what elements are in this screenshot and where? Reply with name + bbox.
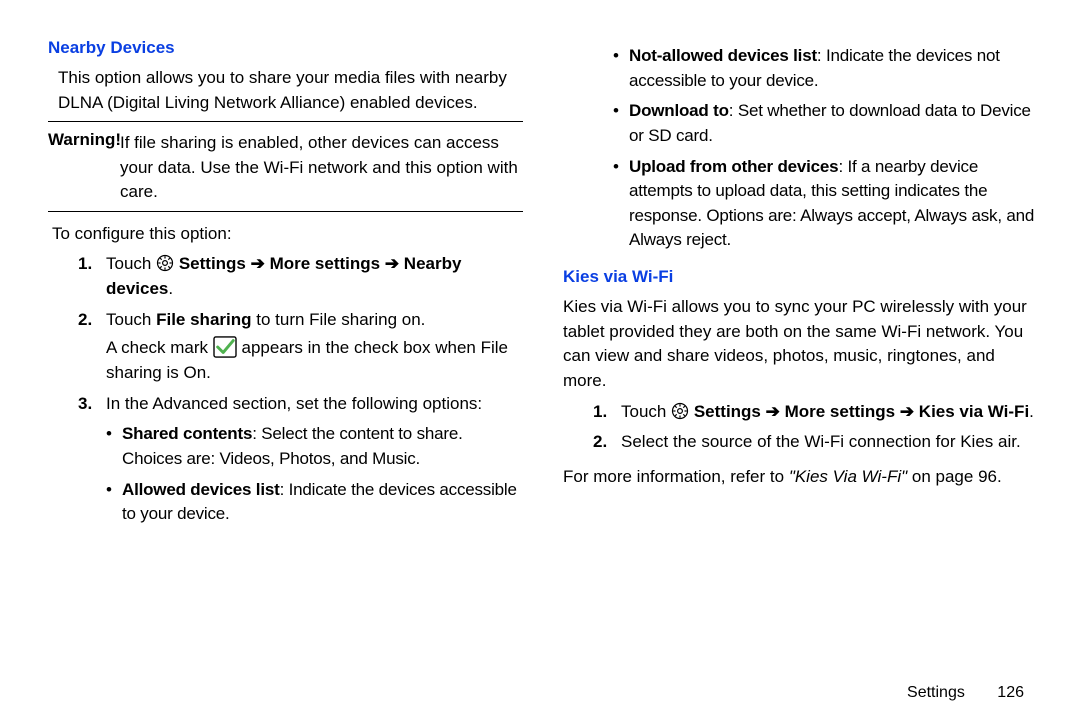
bullet-label: Shared contents bbox=[122, 424, 252, 443]
bullet-label: Allowed devices list bbox=[122, 480, 280, 499]
footer-section: Settings bbox=[907, 684, 965, 701]
text: Touch bbox=[106, 254, 156, 273]
bullet-icon: • bbox=[106, 422, 122, 471]
text: to turn File sharing on. bbox=[252, 310, 426, 329]
step-body: Touch File sharing to turn File sharing … bbox=[106, 308, 523, 386]
kies-intro: Kies via Wi-Fi allows you to sync your P… bbox=[563, 295, 1038, 394]
step-number: 3. bbox=[78, 392, 106, 417]
bullet-body: Shared contents: Select the content to s… bbox=[122, 422, 523, 471]
bullet-label: Upload from other devices bbox=[629, 157, 838, 176]
step-2-line2: A check mark appears in the check box wh… bbox=[106, 336, 523, 385]
warning-body: If file sharing is enabled, other device… bbox=[120, 131, 523, 205]
bullet-icon: • bbox=[613, 44, 629, 93]
text: For more information, refer to bbox=[563, 467, 789, 486]
bullet-icon: • bbox=[613, 99, 629, 148]
step-number: 2. bbox=[78, 308, 106, 386]
warning-block: Warning! If file sharing is enabled, oth… bbox=[48, 128, 523, 205]
configure-lead: To configure this option: bbox=[52, 222, 523, 247]
step-number: 2. bbox=[593, 430, 621, 455]
bullet-icon: • bbox=[106, 478, 122, 527]
footer-page-number: 126 bbox=[997, 684, 1024, 701]
warning-label: Warning! bbox=[48, 130, 121, 149]
step-number: 1. bbox=[593, 400, 621, 425]
bullet-download-to: • Download to: Set whether to download d… bbox=[613, 99, 1038, 148]
right-column: • Not-allowed devices list: Indicate the… bbox=[563, 38, 1038, 527]
bullet-body: Not-allowed devices list: Indicate the d… bbox=[629, 44, 1038, 93]
text: Touch bbox=[621, 402, 671, 421]
bullet-label: Download to bbox=[629, 101, 729, 120]
heading-nearby-devices: Nearby Devices bbox=[48, 38, 523, 58]
bullet-label: Not-allowed devices list bbox=[629, 46, 817, 65]
bullet-upload-from: • Upload from other devices: If a nearby… bbox=[613, 155, 1038, 254]
bullet-body: Download to: Set whether to download dat… bbox=[629, 99, 1038, 148]
settings-path: Settings ➔ More settings ➔ Kies via Wi-F… bbox=[694, 402, 1029, 421]
bullet-body: Upload from other devices: If a nearby d… bbox=[629, 155, 1038, 254]
text: on page 96. bbox=[907, 467, 1002, 486]
kies-step-1: 1. Touch Settings ➔ More settings ➔ Kies… bbox=[593, 400, 1038, 425]
bullet-shared-contents: • Shared contents: Select the content to… bbox=[106, 422, 523, 471]
text: A check mark bbox=[106, 338, 213, 357]
step-body: Touch Settings ➔ More settings ➔ Kies vi… bbox=[621, 400, 1038, 425]
bullet-allowed-devices: • Allowed devices list: Indicate the dev… bbox=[106, 478, 523, 527]
bullet-body: Allowed devices list: Indicate the devic… bbox=[122, 478, 523, 527]
file-sharing-label: File sharing bbox=[156, 310, 251, 329]
step-3: 3. In the Advanced section, set the foll… bbox=[78, 392, 523, 417]
step-1: 1. Touch Settings ➔ More settings ➔ Near… bbox=[78, 252, 523, 301]
intro-text: This option allows you to share your med… bbox=[58, 66, 523, 115]
step-body: Touch Settings ➔ More settings ➔ Nearby … bbox=[106, 252, 523, 301]
left-column: Nearby Devices This option allows you to… bbox=[48, 38, 523, 527]
checkmark-icon bbox=[213, 336, 237, 358]
step-body: Select the source of the Wi-Fi connectio… bbox=[621, 430, 1038, 455]
step-body: In the Advanced section, set the followi… bbox=[106, 392, 523, 417]
divider bbox=[48, 121, 523, 122]
bullet-icon: • bbox=[613, 155, 629, 254]
page-footer: Settings 126 bbox=[907, 684, 1024, 702]
settings-icon bbox=[671, 402, 689, 420]
divider bbox=[48, 211, 523, 212]
bullet-not-allowed: • Not-allowed devices list: Indicate the… bbox=[613, 44, 1038, 93]
reference-title: "Kies Via Wi-Fi" bbox=[789, 467, 907, 486]
text: . bbox=[1029, 402, 1034, 421]
text: . bbox=[168, 279, 173, 298]
kies-step-2: 2. Select the source of the Wi-Fi connec… bbox=[593, 430, 1038, 455]
text: Touch bbox=[106, 310, 156, 329]
settings-icon bbox=[156, 254, 174, 272]
step-number: 1. bbox=[78, 252, 106, 301]
more-info: For more information, refer to "Kies Via… bbox=[563, 465, 1038, 490]
heading-kies-wifi: Kies via Wi-Fi bbox=[563, 267, 1038, 287]
step-2: 2. Touch File sharing to turn File shari… bbox=[78, 308, 523, 386]
